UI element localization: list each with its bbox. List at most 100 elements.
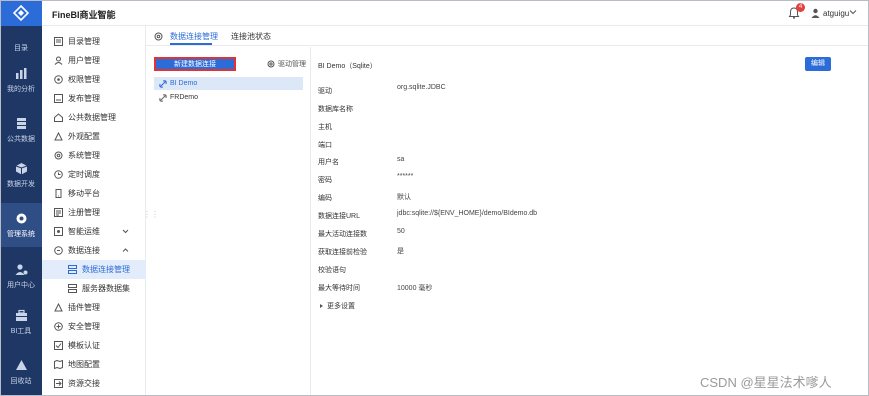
sidebar-item-permission-mgmt[interactable]: 权限管理 (42, 70, 146, 89)
sidebar-item-server-dataset[interactable]: 服务器数据集 (42, 279, 146, 298)
field-label-password: 密码 (318, 177, 332, 184)
sidebar-item-data-connection-mgmt[interactable]: 数据连接管理 (42, 260, 146, 279)
field-label-driver: 驱动 (318, 88, 332, 95)
rail-item-my-analysis-label: 我的分析 (7, 85, 35, 93)
app-brand: FineBI商业智能 (52, 10, 116, 20)
home-icon (54, 113, 63, 122)
sidebar-item-label: 系统管理 (68, 151, 100, 160)
chevron-up-icon (122, 248, 129, 252)
sidebar-item-label: 插件管理 (68, 303, 100, 312)
sidebar-item-label: 智能运维 (68, 227, 100, 236)
new-connection-button[interactable]: 新建数据连接 (154, 57, 236, 71)
tab-data-connection-mgmt[interactable]: 数据连接管理 (170, 31, 218, 42)
database-connection-icon (68, 265, 77, 274)
rail-item-my-analysis[interactable]: 我的分析 (0, 58, 42, 102)
tab-pool-status[interactable]: 连接池状态 (231, 31, 271, 42)
driver-mgmt-label: 驱动管理 (278, 61, 306, 68)
list-icon (54, 37, 63, 46)
database-icon (16, 117, 26, 129)
sidebar-item-system-mgmt[interactable]: 系统管理 (42, 146, 146, 165)
sidebar-item-label: 数据连接管理 (82, 265, 130, 274)
sidebar-item-scheduler[interactable]: 定时调度 (42, 165, 146, 184)
field-value-url: jdbc:sqlite://${ENV_HOME}/demo/BIdemo.db (397, 210, 538, 217)
finebi-logo-icon (13, 5, 29, 21)
sidebar-item-label: 公共数据管理 (68, 113, 116, 122)
sidebar-item-registration[interactable]: 注册管理 (42, 203, 146, 222)
edit-button[interactable]: 编辑 (805, 57, 831, 71)
plugin-icon (54, 303, 63, 312)
user-avatar-icon (811, 8, 820, 18)
field-label-max-wait: 最大等待时间 (318, 285, 360, 292)
rail-item-admin[interactable]: 管理系统 (0, 203, 42, 247)
connection-icon (54, 246, 63, 255)
sidebar-item-publish-mgmt[interactable]: 发布管理 (42, 89, 146, 108)
lock-icon (54, 322, 63, 331)
connection-list-panel: 新建数据连接 驱动管理 BI Demo FRDemo (146, 47, 311, 396)
rail-item-public-data-label: 公共数据 (7, 135, 35, 143)
rail-item-public-data[interactable]: 公共数据 (0, 108, 42, 152)
publish-icon (54, 94, 63, 103)
connection-item-bi-demo[interactable]: BI Demo (154, 77, 303, 90)
sidebar-item-security-mgmt[interactable]: 安全管理 (42, 317, 146, 336)
rail-item-bi-tools[interactable]: BI工具 (0, 300, 42, 344)
main-nav-rail: 目录 我的分析 公共数据 数据开发 管理系统 用户中心 BI工具 回收站 (0, 0, 42, 396)
rail-item-admin-label: 管理系统 (7, 230, 35, 238)
sidebar-item-data-connection[interactable]: 数据连接 (42, 241, 146, 260)
sidebar-item-appearance[interactable]: 外观配置 (42, 127, 146, 146)
field-value-username: sa (397, 156, 405, 163)
sidebar-item-label: 模板认证 (68, 341, 100, 350)
field-value-encoding: 默认 (397, 194, 411, 201)
field-label-url: 数据连接URL (318, 213, 361, 220)
chevron-down-icon[interactable] (849, 8, 857, 16)
gear-icon (154, 32, 163, 41)
link-icon (159, 79, 167, 88)
sidebar-item-user-mgmt[interactable]: 用户管理 (42, 51, 146, 70)
sidebar-item-label: 目录管理 (68, 37, 100, 46)
user-name[interactable]: atguigu (823, 9, 849, 18)
caret-right-icon (320, 304, 323, 308)
sidebar-item-label: 权限管理 (68, 75, 100, 84)
field-label-port: 端口 (318, 142, 332, 149)
register-icon (54, 208, 63, 217)
rail-item-recycle-bin[interactable]: 回收站 (0, 350, 42, 394)
sidebar-item-catalog-mgmt[interactable]: 目录管理 (42, 32, 146, 51)
sidebar-item-label: 发布管理 (68, 94, 100, 103)
dataset-icon (68, 284, 77, 293)
chart-bar-icon (15, 67, 26, 79)
link-icon (159, 93, 167, 102)
sidebar-item-map-config[interactable]: 地图配置 (42, 355, 146, 374)
more-settings-toggle[interactable]: 更多设置 (320, 301, 355, 311)
sidebar-item-mobile[interactable]: 移动平台 (42, 184, 146, 203)
certificate-icon (54, 341, 63, 350)
sidebar-item-plugin-mgmt[interactable]: 插件管理 (42, 298, 146, 317)
connection-item-fr-demo[interactable]: FRDemo (154, 91, 303, 104)
sidebar-item-template-cert[interactable]: 模板认证 (42, 336, 146, 355)
ops-icon (54, 227, 63, 236)
driver-mgmt-button[interactable]: 驱动管理 (267, 59, 306, 69)
sidebar-item-public-data-mgmt[interactable]: 公共数据管理 (42, 108, 146, 127)
clock-icon (54, 170, 63, 179)
sidebar-item-label: 移动平台 (68, 189, 100, 198)
rail-item-data-dev[interactable]: 数据开发 (0, 153, 42, 197)
rail-item-user-center[interactable]: 用户中心 (0, 254, 42, 298)
rail-item-user-center-label: 用户中心 (7, 281, 35, 289)
rail-item-data-dev-label: 数据开发 (7, 180, 35, 188)
settings-icon (16, 213, 26, 223)
connection-item-label: FRDemo (170, 94, 199, 101)
field-value-max-wait: 10000 毫秒 (397, 285, 433, 292)
sidebar-item-label: 定时调度 (68, 170, 100, 179)
shield-icon (54, 75, 63, 84)
top-header: FineBI商业智能 4 atguigu (42, 0, 869, 26)
sidebar-item-label: 资源交接 (68, 379, 100, 388)
sidebar-item-label: 安全管理 (68, 322, 100, 331)
rail-item-bi-tools-label: BI工具 (10, 327, 32, 335)
chevron-down-icon (122, 229, 129, 234)
sidebar-item-smart-ops[interactable]: 智能运维 (42, 222, 146, 241)
toolbox-icon (15, 309, 27, 321)
recycle-icon (15, 359, 27, 370)
sidebar-item-resource-handover[interactable]: 资源交接 (42, 374, 146, 393)
cube-icon (15, 162, 27, 174)
field-value-password: ****** (397, 173, 414, 180)
app-logo[interactable] (0, 0, 42, 26)
field-label-username: 用户名 (318, 159, 339, 166)
